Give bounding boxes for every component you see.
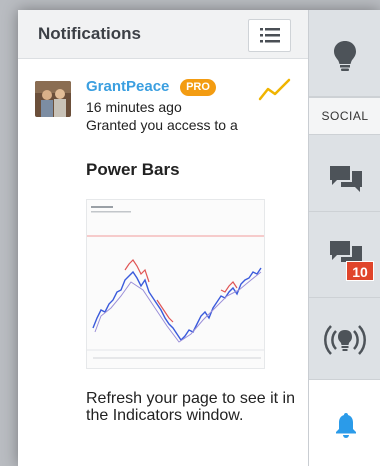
sidebar-item-ideas[interactable] — [309, 10, 380, 97]
notifications-panel: Notifications GrantPeace PRO 16 minutes … — [18, 10, 308, 466]
lightbulb-icon — [334, 41, 356, 71]
sidebar-item-private-messages[interactable]: 10 — [309, 212, 380, 298]
pro-badge: PRO — [180, 79, 216, 96]
chart-thumbnail[interactable] — [86, 199, 265, 369]
chat-bubbles-icon — [330, 166, 362, 192]
timestamp: 16 minutes ago — [86, 99, 182, 115]
right-sidebar: SOCIAL 10 — [308, 10, 380, 466]
list-icon — [260, 28, 280, 43]
notification-footer-message: Refresh your page to see it in the Indic… — [86, 390, 296, 424]
trend-line-icon — [258, 78, 291, 101]
notification-message: Granted you access to a — [86, 117, 238, 133]
avatar[interactable] — [35, 81, 71, 117]
app-window: Notifications GrantPeace PRO 16 minutes … — [18, 10, 380, 466]
unread-count-badge: 10 — [346, 261, 374, 281]
broadcast-icon — [324, 325, 366, 355]
sidebar-item-streams[interactable] — [309, 298, 380, 380]
list-view-button[interactable] — [248, 19, 291, 52]
script-title[interactable]: Power Bars — [86, 160, 180, 180]
username-link[interactable]: GrantPeace — [86, 78, 169, 95]
sidebar-social-label: SOCIAL — [309, 97, 380, 135]
bell-icon — [336, 413, 356, 438]
panel-header: Notifications — [18, 10, 308, 59]
sidebar-item-chats[interactable] — [309, 135, 380, 212]
notification-item[interactable]: GrantPeace PRO 16 minutes ago Granted yo… — [18, 59, 308, 466]
panel-title: Notifications — [38, 24, 141, 43]
sidebar-item-notifications[interactable] — [309, 380, 380, 466]
